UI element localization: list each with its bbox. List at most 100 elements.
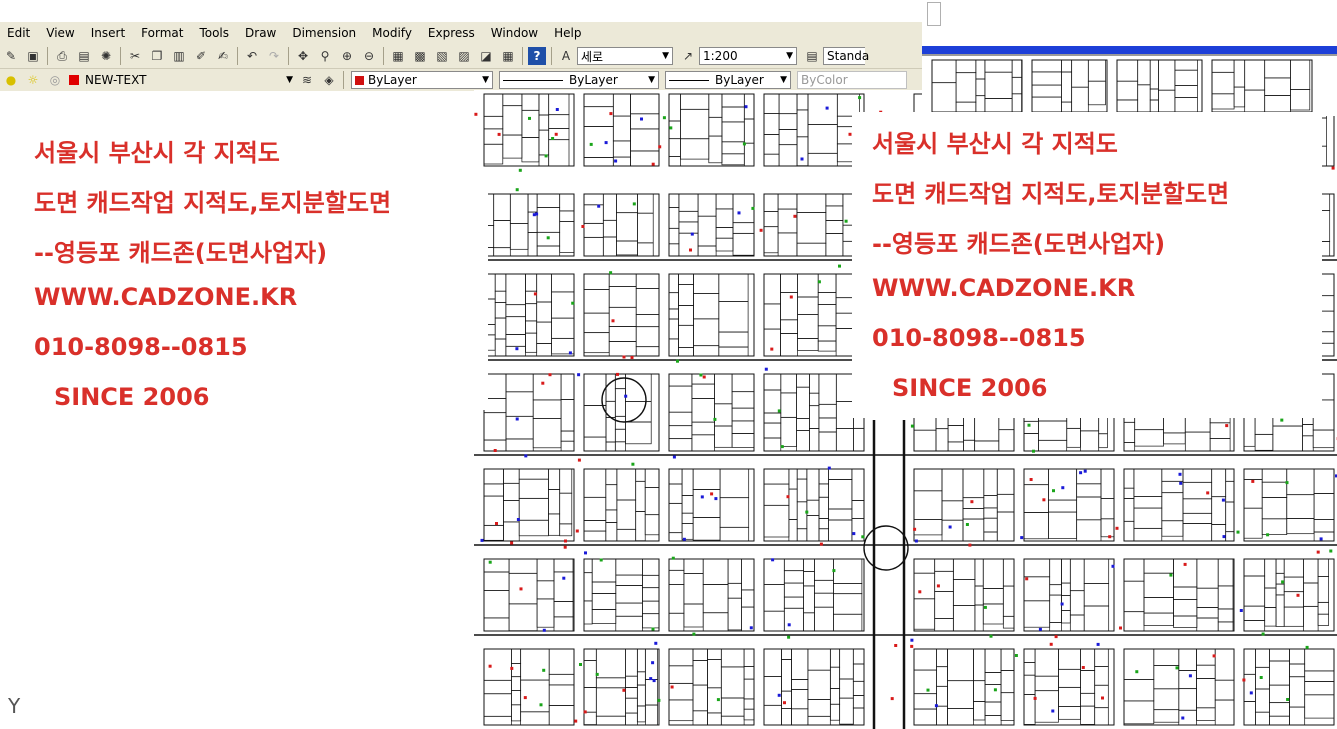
survey-marker bbox=[1212, 654, 1216, 658]
lineweight-value-text: ByLayer bbox=[715, 73, 764, 87]
sheet-set-icon[interactable]: ▨ bbox=[455, 47, 473, 65]
paste-icon[interactable]: ▥ bbox=[170, 47, 188, 65]
lock-icon[interactable]: ◎ bbox=[46, 71, 64, 89]
menu-format[interactable]: Format bbox=[134, 26, 190, 40]
survey-marker bbox=[1331, 166, 1335, 170]
survey-marker bbox=[983, 605, 987, 609]
survey-marker bbox=[825, 106, 829, 110]
zoom-previous-icon[interactable]: ⊖ bbox=[360, 47, 378, 65]
publish-icon[interactable]: ✺ bbox=[97, 47, 115, 65]
dim-scale-select[interactable]: 1:200 ▼ bbox=[699, 47, 797, 65]
zoom-realtime-icon[interactable]: ⚲ bbox=[316, 47, 334, 65]
survey-marker bbox=[764, 367, 768, 371]
calculator-icon[interactable]: ▦ bbox=[499, 47, 517, 65]
layer-previous-icon[interactable]: ◈ bbox=[320, 71, 338, 89]
color-select[interactable]: ByLayer ▼ bbox=[351, 71, 493, 89]
survey-marker bbox=[555, 108, 559, 111]
ad-left-line1: 서울시 부산시 각 지적도 bbox=[34, 139, 280, 167]
cut-icon[interactable]: ✂ bbox=[126, 47, 144, 65]
chevron-down-icon: ▼ bbox=[786, 51, 793, 61]
survey-marker bbox=[510, 666, 514, 670]
match-properties-icon[interactable]: ✍ bbox=[214, 47, 232, 65]
survey-marker bbox=[759, 228, 763, 232]
survey-marker bbox=[714, 497, 718, 501]
survey-marker bbox=[577, 373, 581, 377]
chevron-down-icon: ▼ bbox=[648, 75, 655, 85]
survey-marker bbox=[1119, 626, 1122, 630]
layer-on-icon[interactable]: ● bbox=[2, 71, 20, 89]
chevron-down-icon: ▼ bbox=[286, 75, 293, 85]
command-input[interactable] bbox=[927, 2, 941, 26]
ad-left-line4: WWW.CADZONE.KR bbox=[34, 283, 298, 311]
chevron-down-icon: ▼ bbox=[482, 75, 489, 85]
survey-marker bbox=[515, 417, 519, 421]
survey-marker bbox=[1115, 526, 1119, 530]
lineweight-value: ByLayer bbox=[669, 73, 764, 87]
survey-marker bbox=[518, 168, 522, 172]
menu-modify[interactable]: Modify bbox=[365, 26, 419, 40]
pan-icon[interactable]: ✥ bbox=[294, 47, 312, 65]
design-center-icon[interactable]: ▩ bbox=[411, 47, 429, 65]
survey-marker bbox=[948, 525, 952, 529]
markup-icon[interactable]: ◪ bbox=[477, 47, 495, 65]
plot-preview-icon[interactable]: ▤ bbox=[75, 47, 93, 65]
survey-marker bbox=[597, 204, 601, 208]
survey-marker bbox=[1285, 481, 1289, 485]
survey-marker bbox=[965, 523, 969, 526]
print-icon[interactable]: ⎙ bbox=[53, 47, 71, 65]
survey-marker bbox=[793, 214, 797, 218]
survey-marker bbox=[562, 576, 566, 580]
survey-marker bbox=[564, 539, 567, 543]
survey-marker bbox=[497, 132, 501, 136]
menu-window[interactable]: Window bbox=[484, 26, 545, 40]
linetype-select[interactable]: ByLayer ▼ bbox=[499, 71, 659, 89]
menu-help[interactable]: Help bbox=[547, 26, 588, 40]
text-style-select[interactable]: 세로 ▼ bbox=[577, 47, 673, 65]
pencil-icon[interactable]: ✎ bbox=[2, 47, 20, 65]
tool-palette-icon[interactable]: ▧ bbox=[433, 47, 451, 65]
layer-select[interactable]: NEW-TEXT ▼ bbox=[82, 71, 296, 89]
menu-draw[interactable]: Draw bbox=[238, 26, 283, 40]
redo-icon[interactable]: ↷ bbox=[265, 47, 283, 65]
zoom-window-icon[interactable]: ⊕ bbox=[338, 47, 356, 65]
survey-marker bbox=[805, 510, 809, 514]
survey-marker bbox=[1236, 530, 1240, 534]
properties-icon[interactable]: ▦ bbox=[389, 47, 407, 65]
copy-icon[interactable]: ❐ bbox=[148, 47, 166, 65]
help-icon[interactable]: ? bbox=[528, 47, 546, 65]
survey-marker bbox=[658, 145, 662, 149]
active-title-bar bbox=[922, 46, 1337, 54]
dim-style-select[interactable]: Standa bbox=[823, 47, 869, 65]
sun-icon[interactable]: ☼ bbox=[24, 71, 42, 89]
survey-marker bbox=[493, 449, 497, 452]
save-icon[interactable]: ▣ bbox=[24, 47, 42, 65]
survey-marker bbox=[700, 495, 704, 499]
menu-dimension[interactable]: Dimension bbox=[285, 26, 363, 40]
survey-marker bbox=[934, 704, 938, 708]
linetype-value-text: ByLayer bbox=[569, 73, 618, 87]
brush-icon[interactable]: ✐ bbox=[192, 47, 210, 65]
survey-marker bbox=[1249, 691, 1253, 695]
layer-color-swatch bbox=[69, 75, 79, 85]
lineweight-select[interactable]: ByLayer ▼ bbox=[665, 71, 791, 89]
make-current-icon[interactable]: ≋ bbox=[298, 71, 316, 89]
survey-marker bbox=[1029, 478, 1033, 481]
undo-icon[interactable]: ↶ bbox=[243, 47, 261, 65]
survey-marker bbox=[989, 634, 993, 638]
dim-style-value: Standa bbox=[827, 49, 870, 63]
menu-edit[interactable]: Edit bbox=[0, 26, 37, 40]
survey-marker bbox=[918, 590, 922, 594]
survey-marker bbox=[890, 697, 894, 701]
survey-marker bbox=[515, 188, 519, 192]
menu-view[interactable]: View bbox=[39, 26, 81, 40]
survey-marker bbox=[783, 701, 786, 705]
separator bbox=[343, 71, 344, 89]
menu-insert[interactable]: Insert bbox=[84, 26, 132, 40]
survey-marker bbox=[771, 558, 775, 562]
menu-tools[interactable]: Tools bbox=[192, 26, 236, 40]
survey-marker bbox=[604, 141, 608, 145]
menu-express[interactable]: Express bbox=[421, 26, 482, 40]
survey-marker bbox=[1178, 472, 1182, 476]
survey-marker bbox=[692, 632, 696, 636]
survey-marker bbox=[571, 301, 575, 305]
